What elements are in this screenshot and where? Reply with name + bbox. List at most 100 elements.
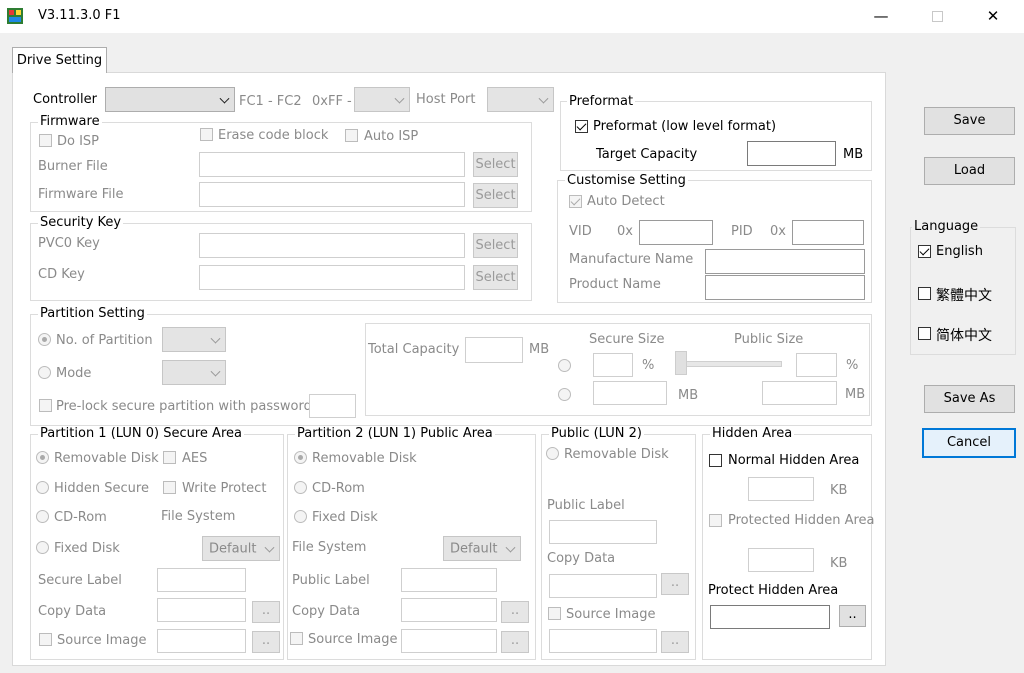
burner-select-button[interactable]: Select: [473, 152, 518, 177]
size-slider-thumb[interactable]: [675, 351, 687, 375]
lun0-file-system-select[interactable]: Default: [202, 536, 280, 561]
size-percent-radio[interactable]: [558, 359, 571, 372]
hex-select[interactable]: [354, 87, 410, 112]
host-port-select[interactable]: [487, 87, 554, 112]
no-of-partition-radio[interactable]: [38, 333, 51, 346]
lun1-copy-data-input[interactable]: [401, 598, 497, 622]
auto-isp-checkbox[interactable]: [345, 129, 358, 142]
minimize-icon: —: [873, 7, 889, 25]
normal-hidden-area-label: Normal Hidden Area: [728, 453, 860, 468]
lun1-removable-disk-radio[interactable]: [294, 451, 307, 464]
lun0-removable-disk-radio[interactable]: [36, 451, 49, 464]
normal-hidden-size-input[interactable]: [748, 477, 814, 501]
do-isp-checkbox[interactable]: [39, 134, 52, 147]
lun0-hidden-secure-radio[interactable]: [36, 481, 49, 494]
protect-hidden-browse-button[interactable]: ..: [839, 605, 866, 627]
auto-detect-checkbox[interactable]: [569, 195, 582, 208]
lun2-copy-data-browse[interactable]: ..: [661, 573, 689, 595]
vid-input[interactable]: [639, 220, 713, 245]
save-as-button[interactable]: Save As: [924, 385, 1015, 413]
pvc0-key-input[interactable]: [199, 233, 465, 258]
cd-key-input[interactable]: [199, 265, 465, 290]
public-size-label: Public Size: [734, 332, 804, 347]
public-mb-input[interactable]: [762, 381, 837, 405]
protected-hidden-size-input[interactable]: [748, 548, 814, 572]
tab-drive-setting[interactable]: Drive Setting: [12, 47, 107, 73]
lun0-fixed-disk-radio[interactable]: [36, 541, 49, 554]
lun2-public-label-input[interactable]: [549, 520, 657, 544]
public-percent-input[interactable]: [796, 353, 837, 377]
lun1-public-label-input[interactable]: [401, 568, 497, 592]
lun0-fixed-disk-label: Fixed Disk: [54, 541, 120, 556]
preformat-checkbox-label: Preformat (low level format): [593, 119, 777, 134]
protect-hidden-area-input[interactable]: [710, 605, 830, 629]
lun2-source-image-checkbox[interactable]: [548, 607, 561, 620]
traditional-chinese-label: 繁體中文: [936, 288, 992, 304]
maximize-button[interactable]: [914, 0, 960, 33]
minimize-button[interactable]: —: [858, 0, 904, 33]
lun2-removable-disk-radio[interactable]: [546, 447, 559, 460]
controller-range: FC1 - FC2: [239, 94, 302, 109]
chevron-down-icon: [538, 93, 549, 104]
size-slider[interactable]: [675, 361, 782, 367]
product-name-input[interactable]: [705, 275, 865, 300]
lun2-source-image-browse[interactable]: ..: [661, 631, 689, 653]
lun1-fixed-disk-radio[interactable]: [294, 510, 307, 523]
controller-select[interactable]: [105, 87, 235, 112]
secure-label-input[interactable]: [157, 568, 246, 592]
lun0-source-image-browse[interactable]: ..: [252, 631, 280, 653]
manufacture-name-input[interactable]: [705, 249, 865, 274]
lun1-copy-data-browse[interactable]: ..: [501, 601, 529, 623]
total-capacity-input[interactable]: [465, 337, 523, 363]
lun1-source-image-input[interactable]: [401, 629, 497, 653]
save-button[interactable]: Save: [924, 107, 1015, 135]
manufacture-name-label: Manufacture Name: [569, 252, 694, 267]
write-protect-checkbox[interactable]: [163, 481, 176, 494]
traditional-chinese-checkbox[interactable]: [918, 287, 931, 300]
lun0-copy-data-input[interactable]: [157, 598, 246, 622]
size-mb-radio[interactable]: [558, 388, 571, 401]
mode-select[interactable]: [162, 360, 226, 385]
load-button[interactable]: Load: [924, 157, 1015, 185]
lun0-cd-rom-radio[interactable]: [36, 510, 49, 523]
lun0-source-image-checkbox[interactable]: [39, 633, 52, 646]
prelock-password-input[interactable]: [309, 394, 356, 418]
firmware-select-button[interactable]: Select: [473, 183, 518, 208]
firmware-file-label: Firmware File: [38, 187, 124, 202]
lun1-source-image-browse[interactable]: ..: [501, 631, 529, 653]
simplified-chinese-label: 简体中文: [936, 328, 992, 344]
chevron-down-icon: [505, 542, 516, 553]
no-of-partition-select[interactable]: [162, 327, 226, 352]
mode-radio[interactable]: [38, 366, 51, 379]
lun1-cd-rom-radio[interactable]: [294, 481, 307, 494]
prelock-checkbox[interactable]: [39, 399, 52, 412]
aes-checkbox[interactable]: [163, 451, 176, 464]
cd-select-button[interactable]: Select: [473, 265, 518, 290]
preformat-checkbox[interactable]: [575, 120, 588, 133]
erase-code-block-checkbox[interactable]: [200, 128, 213, 141]
target-capacity-input[interactable]: [747, 141, 836, 166]
normal-hidden-area-checkbox[interactable]: [709, 454, 722, 467]
secure-percent-input[interactable]: [593, 353, 633, 377]
pvc0-select-button[interactable]: Select: [473, 233, 518, 258]
firmware-file-input[interactable]: [199, 182, 465, 207]
simplified-chinese-checkbox[interactable]: [918, 327, 931, 340]
cancel-button[interactable]: Cancel: [922, 428, 1016, 458]
close-button[interactable]: ✕: [970, 0, 1016, 33]
normal-hidden-unit: KB: [830, 483, 848, 498]
chevron-down-icon: [219, 93, 230, 104]
lun2-source-image-input[interactable]: [549, 629, 657, 653]
lun0-copy-data-browse[interactable]: ..: [252, 601, 280, 623]
lun1-source-image-checkbox[interactable]: [290, 632, 303, 645]
lun1-source-image-label: Source Image: [308, 632, 398, 647]
secure-mb-input[interactable]: [593, 381, 667, 405]
lun1-file-system-select[interactable]: Default: [443, 536, 521, 561]
pid-input[interactable]: [792, 220, 864, 245]
product-name-label: Product Name: [569, 277, 661, 292]
lun0-source-image-input[interactable]: [157, 629, 246, 653]
cd-key-label: CD Key: [38, 267, 85, 282]
english-checkbox[interactable]: [918, 245, 931, 258]
protected-hidden-area-checkbox[interactable]: [709, 514, 722, 527]
lun2-copy-data-input[interactable]: [549, 574, 657, 598]
burner-file-input[interactable]: [199, 152, 465, 177]
